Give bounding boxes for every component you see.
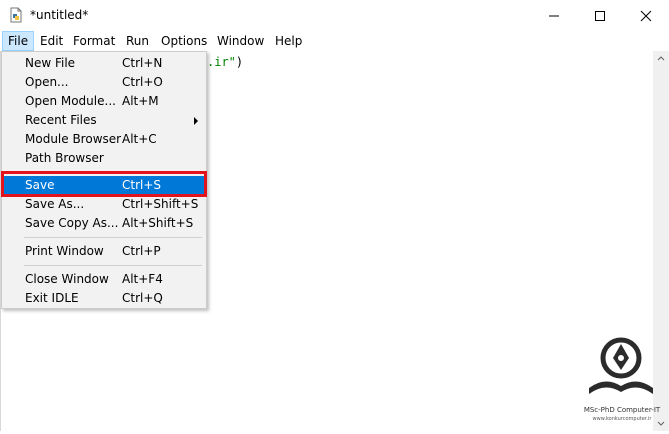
menu-item-close-window[interactable]: Close Window Alt+F4 <box>4 270 204 289</box>
title-bar: *untitled* <box>0 0 669 31</box>
menu-item-save-as[interactable]: Save As... Ctrl+Shift+S <box>4 195 204 214</box>
submenu-arrow-icon <box>194 117 198 125</box>
menu-item-open[interactable]: Open... Ctrl+O <box>4 73 204 92</box>
watermark-text: MSc-PhD Computer-IT www.konkurcomputer.i… <box>583 406 661 422</box>
python-file-icon <box>8 7 24 23</box>
menu-item-print-window[interactable]: Print Window Ctrl+P <box>4 242 204 261</box>
menu-format[interactable]: Format <box>68 31 120 51</box>
menu-item-recent-files[interactable]: Recent Files <box>4 111 204 130</box>
pen-book-logo-icon <box>589 337 653 394</box>
window-title: *untitled* <box>30 8 89 22</box>
menu-options[interactable]: Options <box>156 31 212 51</box>
menu-window[interactable]: Window <box>212 31 269 51</box>
menu-help[interactable]: Help <box>270 31 307 51</box>
chevron-up-icon <box>657 56 665 61</box>
menu-run[interactable]: Run <box>121 31 154 51</box>
menu-item-exit-idle[interactable]: Exit IDLE Ctrl+Q <box>4 289 204 308</box>
maximize-button[interactable] <box>577 0 623 31</box>
menu-edit[interactable]: Edit <box>35 31 68 51</box>
menu-item-open-module[interactable]: Open Module... Alt+M <box>4 92 204 111</box>
save-highlight-annotation <box>1 171 207 197</box>
minimize-icon <box>549 15 559 17</box>
scroll-up-button[interactable] <box>653 51 669 67</box>
close-icon <box>640 10 652 22</box>
menu-separator <box>24 237 202 238</box>
menu-file[interactable]: File <box>2 31 35 51</box>
maximize-icon <box>595 11 605 21</box>
menu-item-save-copy-as[interactable]: Save Copy As... Alt+Shift+S <box>4 214 204 233</box>
menu-item-path-browser[interactable]: Path Browser <box>4 149 204 168</box>
menu-separator <box>24 265 202 266</box>
minimize-button[interactable] <box>531 0 577 31</box>
menu-item-new-file[interactable]: New File Ctrl+N <box>4 54 204 73</box>
menu-item-module-browser[interactable]: Module Browser Alt+C <box>4 130 204 149</box>
menu-bar: File Edit Format Run Options Window Help <box>0 31 669 51</box>
code-fragment: .ir") <box>207 55 244 69</box>
close-button[interactable] <box>623 0 669 31</box>
